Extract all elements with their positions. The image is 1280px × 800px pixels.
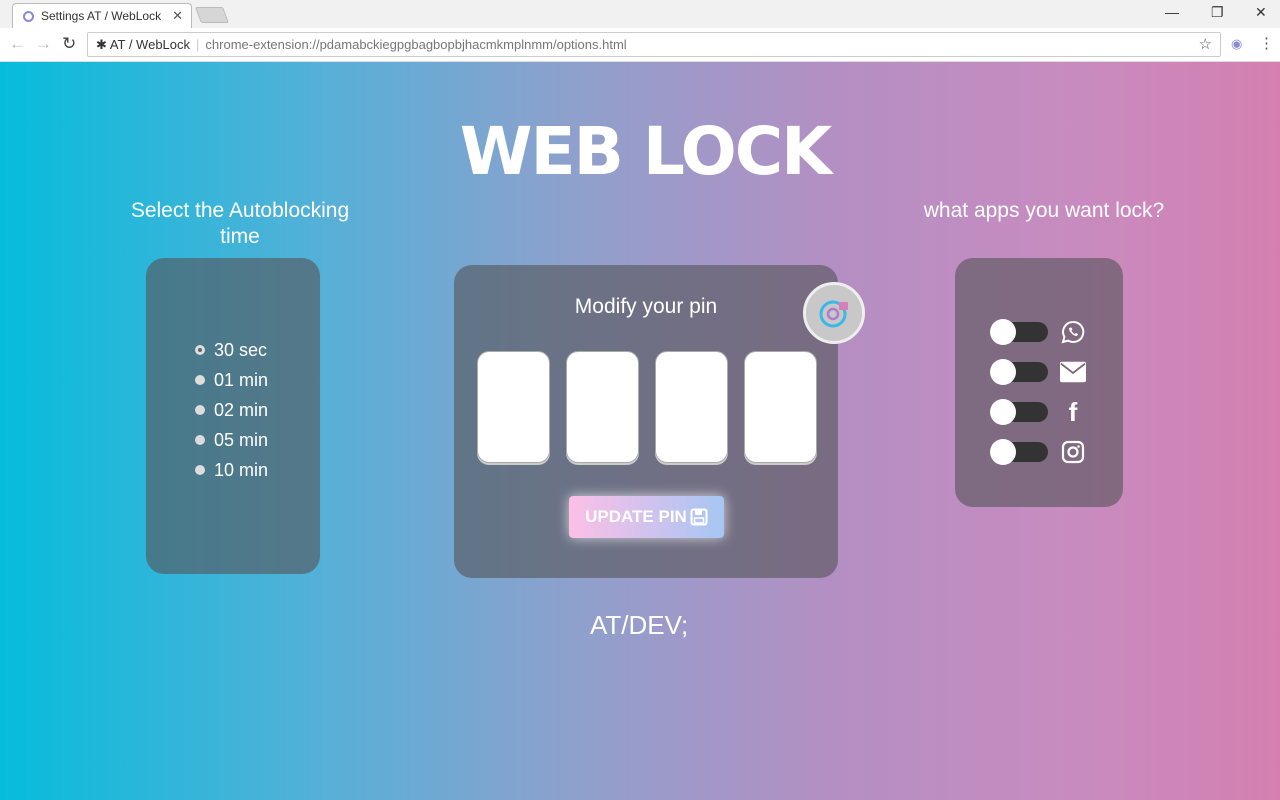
save-icon bbox=[690, 508, 708, 526]
autoblock-panel: 30 sec 01 min 02 min 05 min 10 min bbox=[146, 258, 320, 574]
radio-dot[interactable] bbox=[195, 405, 205, 415]
new-tab-button[interactable] bbox=[195, 7, 229, 23]
app-row-mail bbox=[990, 352, 1123, 392]
autoblock-heading: Select the Autoblocking time bbox=[130, 199, 350, 248]
facebook-icon: f bbox=[1068, 396, 1078, 427]
puzzle-icon: ✱ bbox=[96, 37, 107, 52]
apps-heading: what apps you want lock? bbox=[923, 199, 1165, 222]
close-window-icon[interactable]: ✕ bbox=[1255, 4, 1267, 21]
tab-bar: Settings AT / WebLock ✕ — ❐ ✕ bbox=[0, 0, 1280, 28]
instagram-icon bbox=[1060, 439, 1086, 465]
radio-01-min[interactable]: 01 min bbox=[195, 365, 320, 395]
weblock-logo: WEB LOCK bbox=[459, 113, 833, 190]
radio-dot[interactable] bbox=[195, 345, 205, 355]
site-name: AT / WebLock bbox=[109, 37, 191, 52]
pin-title: Modify your pin bbox=[574, 295, 718, 318]
pin-digit-2[interactable] bbox=[566, 351, 639, 463]
close-tab-icon[interactable]: ✕ bbox=[172, 8, 183, 24]
atdev-logo: AT/DEV; bbox=[590, 610, 689, 640]
whatsapp-icon bbox=[1060, 319, 1086, 345]
mail-icon bbox=[1060, 359, 1086, 385]
app-row-instagram bbox=[990, 432, 1123, 472]
bookmark-star-icon[interactable]: ☆ bbox=[1199, 35, 1212, 53]
facebook-toggle[interactable] bbox=[990, 399, 1048, 425]
pin-panel: Modify your pin UPDATE PIN bbox=[454, 265, 865, 578]
forward-icon[interactable]: → bbox=[35, 34, 52, 54]
minimize-icon[interactable]: — bbox=[1165, 4, 1179, 20]
tab-settings[interactable]: Settings AT / WebLock ✕ bbox=[12, 3, 192, 28]
radio-dot[interactable] bbox=[195, 465, 205, 475]
chrome-lock-icon bbox=[819, 300, 848, 328]
restore-icon[interactable]: ❐ bbox=[1211, 4, 1224, 21]
whatsapp-toggle[interactable] bbox=[990, 319, 1048, 345]
tab-title: Settings AT / WebLock bbox=[41, 9, 162, 23]
pin-digit-4[interactable] bbox=[744, 351, 817, 463]
extension-favicon-icon bbox=[23, 11, 34, 22]
radio-05-min[interactable]: 05 min bbox=[195, 425, 320, 455]
address-bar[interactable]: ✱ AT / WebLock | chrome-extension://pdamab… bbox=[87, 32, 1221, 57]
update-pin-button[interactable]: UPDATE PIN bbox=[569, 496, 724, 538]
browser-toolbar: ← → ↻ ✱ AT / WebLock | chrome-extension://… bbox=[0, 28, 1280, 62]
pin-digit-3[interactable] bbox=[655, 351, 728, 463]
reload-icon[interactable]: ↻ bbox=[62, 34, 76, 54]
radio-dot[interactable] bbox=[195, 435, 205, 445]
url-text: chrome-extension://pdamabckiegpgbagbopbj… bbox=[205, 37, 627, 52]
weblock-badge bbox=[803, 282, 865, 344]
radio-30-sec[interactable]: 30 sec bbox=[195, 335, 320, 365]
app-row-whatsapp bbox=[990, 312, 1123, 352]
mail-toggle[interactable] bbox=[990, 359, 1048, 385]
menu-icon[interactable]: ⋮ bbox=[1259, 34, 1274, 52]
back-icon[interactable]: ← bbox=[9, 34, 26, 54]
extension-icon[interactable]: ◉ bbox=[1231, 36, 1242, 52]
pin-digit-1[interactable] bbox=[477, 351, 550, 463]
radio-10-min[interactable]: 10 min bbox=[195, 455, 320, 485]
radio-dot[interactable] bbox=[195, 375, 205, 385]
radio-02-min[interactable]: 02 min bbox=[195, 395, 320, 425]
app-row-facebook: f bbox=[990, 392, 1123, 432]
options-page: WEB LOCK Select the Autoblocking time 30… bbox=[0, 62, 1280, 800]
instagram-toggle[interactable] bbox=[990, 439, 1048, 465]
apps-panel: f bbox=[955, 258, 1123, 507]
